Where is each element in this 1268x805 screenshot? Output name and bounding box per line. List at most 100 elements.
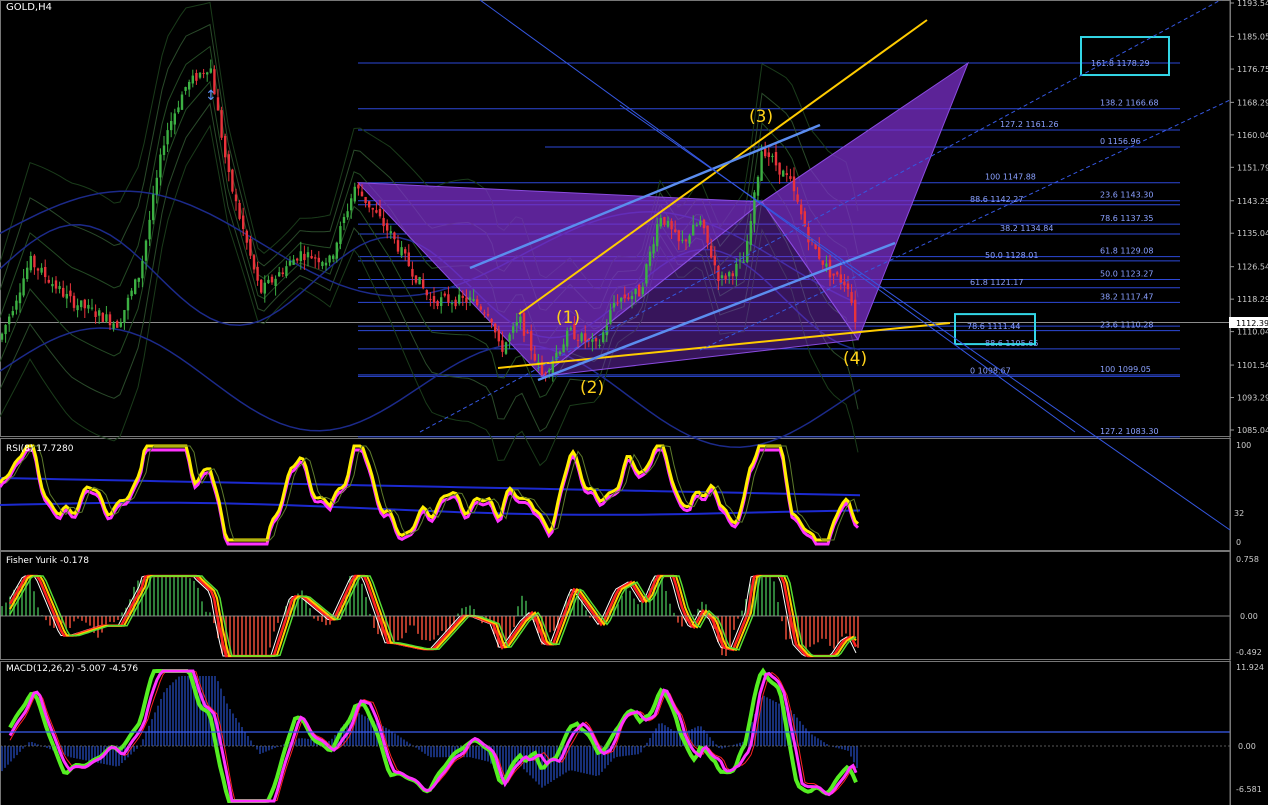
candle-body — [58, 286, 61, 290]
macd-histogram-bar — [1, 746, 3, 772]
macd-histogram-bar — [532, 746, 534, 779]
candle-body — [360, 191, 364, 197]
macd-histogram-bar — [712, 740, 714, 746]
fisher-histogram-bar — [429, 616, 431, 641]
macd-histogram-bar — [136, 746, 138, 749]
fisher-histogram-bar — [421, 616, 423, 640]
candle-body — [609, 310, 612, 324]
macd-histogram-bar — [22, 746, 24, 749]
fisher-histogram-bar — [373, 616, 375, 628]
axis-tick-label: 1176.75 — [1237, 65, 1268, 74]
candle-body — [836, 272, 839, 275]
fisher-histogram-bar — [805, 616, 807, 650]
macd-histogram-bar — [478, 746, 480, 760]
macd-histogram-bar — [550, 746, 552, 782]
fisher-histogram-bar — [729, 616, 731, 647]
candle-body — [688, 235, 691, 244]
candle-body — [710, 245, 713, 258]
candle-body — [771, 155, 774, 157]
candle-body — [126, 297, 130, 311]
fisher-histogram-bar — [409, 616, 411, 626]
macd-histogram-bar — [631, 746, 633, 756]
candle-body — [728, 272, 731, 277]
macd-histogram-bar — [364, 716, 366, 746]
fisher-histogram-bar — [69, 616, 71, 628]
candle-body — [29, 255, 32, 271]
fisher-histogram-bar — [193, 580, 195, 616]
candle-body — [674, 229, 677, 232]
macd-histogram-bar — [46, 746, 48, 748]
macd-histogram-bar — [718, 746, 720, 748]
macd-histogram-bar — [142, 739, 144, 746]
macd-histogram-bar — [472, 746, 474, 758]
macd-histogram-bar — [676, 732, 678, 746]
candle-body — [342, 217, 346, 224]
macd-histogram-bar — [700, 726, 702, 746]
candle-body — [90, 307, 94, 309]
candle-body — [436, 300, 439, 307]
macd-histogram-bar — [619, 746, 621, 757]
fisher-histogram-bar — [437, 616, 439, 636]
macd-histogram-bar — [265, 746, 267, 752]
candle-body — [375, 210, 378, 213]
fisher-histogram-bar — [469, 605, 471, 616]
candle-body — [353, 186, 356, 202]
fisher-histogram-bar — [445, 616, 447, 632]
candle-body — [36, 268, 40, 271]
fib-level-label: 138.2 1166.68 — [1100, 99, 1159, 108]
candle-body — [695, 224, 698, 226]
candle-body — [807, 226, 810, 243]
macd-histogram-bar — [436, 746, 438, 758]
candle-body — [508, 334, 511, 342]
macd-histogram-bar — [421, 746, 423, 752]
fisher-histogram-bar — [109, 616, 111, 622]
fib-level-label: 50.0 1123.27 — [1100, 270, 1153, 279]
candle-body — [638, 284, 641, 297]
candle-body — [188, 81, 191, 90]
candle-body — [666, 220, 670, 227]
fisher-histogram-bar — [641, 601, 643, 616]
candle-body — [119, 322, 122, 327]
candle-body — [191, 75, 194, 84]
axis-tick-label: 1151.79 — [1237, 163, 1268, 172]
candle-body — [101, 312, 104, 322]
fisher-histogram-bar — [157, 576, 159, 616]
macd-histogram-bar — [817, 738, 819, 746]
candle-body — [422, 279, 425, 289]
candle-body — [350, 198, 353, 211]
macd-histogram-bar — [838, 746, 840, 749]
candle-body — [180, 94, 184, 110]
candle-body — [548, 369, 551, 373]
candle-body — [720, 275, 724, 279]
candle-body — [299, 251, 302, 262]
fib-level-label: 161.8 1178.29 — [1091, 59, 1150, 68]
macd-histogram-bar — [763, 695, 765, 746]
fisher-histogram-bar — [177, 576, 179, 616]
chart-canvas[interactable]: 161.8 1178.29 138.2 1166.68 127.2 1161.26 0… — [0, 0, 1268, 805]
macd-level-high: 11.924 — [1236, 663, 1264, 672]
fisher-histogram-bar — [197, 587, 199, 616]
candle-body — [4, 324, 7, 335]
candle-body — [152, 194, 155, 221]
fisher-histogram-bar — [237, 616, 239, 656]
fib-level-label: 88.6 1142.27 — [970, 195, 1023, 204]
candle-body — [26, 267, 29, 280]
candle-body — [414, 275, 418, 283]
macd-histogram-bar — [307, 738, 309, 746]
macd-histogram-bar — [856, 746, 858, 769]
fisher-histogram-bar — [265, 616, 267, 656]
fisher-histogram-bar — [361, 583, 363, 616]
candle-body — [256, 266, 259, 281]
candle-body — [706, 225, 709, 243]
candle-body — [677, 230, 680, 242]
candle-body — [526, 332, 529, 334]
fisher-histogram-bar — [781, 616, 783, 622]
macd-histogram-bar — [184, 676, 186, 746]
fib-level-label: 127.2 1083.30 — [1100, 427, 1159, 436]
candle-body — [450, 303, 454, 305]
fisher-histogram-bar — [441, 616, 443, 631]
candle-body — [234, 194, 238, 202]
candle-body — [598, 344, 601, 346]
candle-body — [418, 277, 421, 285]
macd-histogram-bar — [853, 746, 855, 763]
